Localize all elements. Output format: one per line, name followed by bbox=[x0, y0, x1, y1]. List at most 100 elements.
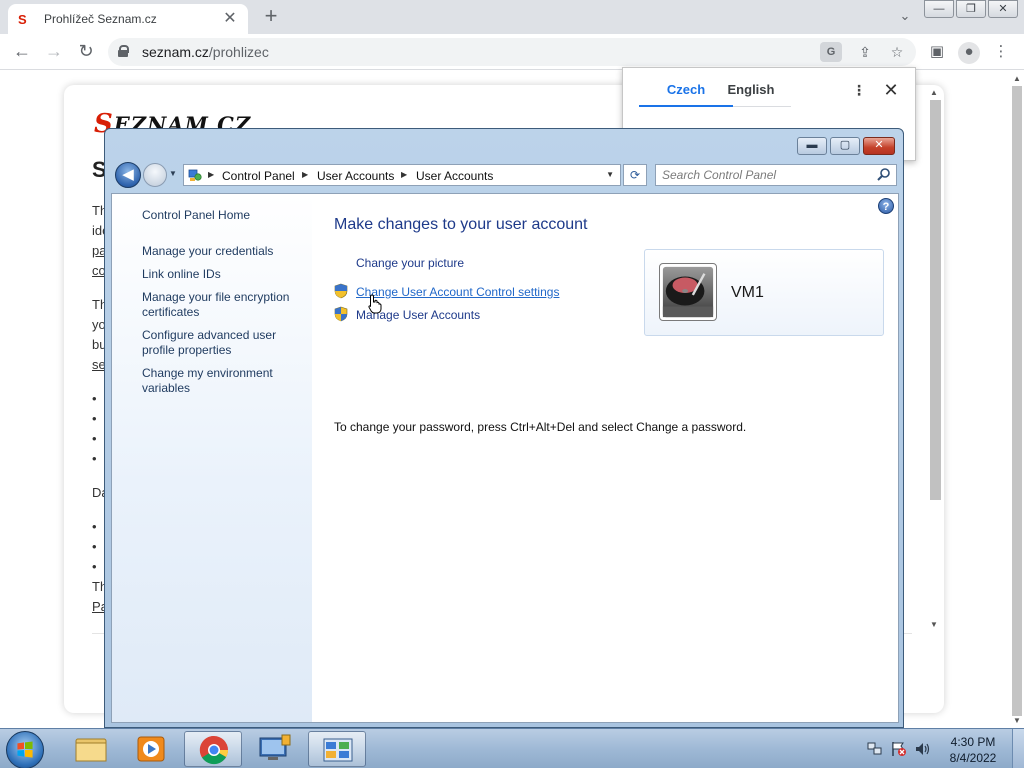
new-tab-button[interactable]: + bbox=[258, 4, 284, 30]
scroll-up-icon[interactable]: ▲ bbox=[930, 88, 938, 97]
search-icon[interactable] bbox=[876, 167, 892, 183]
sidebar-link-control-panel-home[interactable]: Control Panel Home bbox=[142, 208, 302, 223]
breadcrumb-user-accounts[interactable]: User Accounts bbox=[317, 169, 394, 183]
uac-shield-icon bbox=[334, 283, 348, 299]
control-panel-window: ▬ ▢ ✕ ◀ ▼ ▶ Control Panel ▶ User Account… bbox=[104, 128, 904, 728]
password-instructions: To change your password, press Ctrl+Alt+… bbox=[334, 420, 747, 434]
user-picture-turntable-icon[interactable] bbox=[659, 263, 717, 321]
active-tab-indicator bbox=[639, 105, 733, 107]
page-text-fragment: • bbox=[92, 411, 97, 426]
sidebar-link-online-ids[interactable]: Link online IDs bbox=[142, 267, 302, 282]
url-host: seznam.cz bbox=[142, 44, 209, 60]
address-dropdown-icon[interactable]: ▼ bbox=[606, 170, 614, 179]
bookmark-star-icon[interactable]: ☆ bbox=[886, 42, 908, 62]
user-account-card: VM1 bbox=[644, 249, 884, 336]
control-panel-icon bbox=[188, 169, 202, 181]
uac-settings-link[interactable]: Change User Account Control settings bbox=[356, 285, 559, 299]
control-panel-icon bbox=[323, 738, 353, 762]
close-window-button[interactable]: ✕ bbox=[988, 0, 1018, 18]
page-text-fragment: • bbox=[92, 519, 97, 534]
sidebar-link-file-encryption[interactable]: Manage your file encryption certificates bbox=[142, 290, 302, 320]
browser-tab[interactable]: S Prohlížeč Seznam.cz ✕ bbox=[8, 4, 248, 34]
minimize-button[interactable]: — bbox=[924, 0, 954, 18]
page-text-fragment: • bbox=[92, 539, 97, 554]
media-player-icon bbox=[137, 736, 165, 762]
taskbar-network-app-button[interactable] bbox=[246, 731, 304, 767]
share-icon[interactable]: ⇪ bbox=[854, 42, 876, 62]
sidebar-link-environment-variables[interactable]: Change my environment variables bbox=[142, 366, 302, 396]
browser-toolbar: ← → ↻ seznam.cz/prohlizec G ⇪ ☆ ▣ ● ⋮ bbox=[0, 34, 1024, 70]
taskbar-control-panel-button[interactable] bbox=[308, 731, 366, 767]
refresh-button[interactable]: ⟳ bbox=[623, 164, 647, 186]
search-input[interactable] bbox=[662, 167, 872, 183]
control-panel-body: Control Panel Home Manage your credentia… bbox=[111, 193, 899, 723]
chrome-icon bbox=[199, 735, 228, 765]
explorer-address-bar[interactable]: ▶ Control Panel ▶ User Accounts ▶ User A… bbox=[183, 164, 621, 186]
page-text-fragment: • bbox=[92, 451, 97, 466]
breadcrumb-user-accounts-current[interactable]: User Accounts bbox=[416, 169, 493, 183]
scroll-up-icon[interactable]: ▲ bbox=[1013, 74, 1021, 83]
folder-icon bbox=[75, 738, 107, 762]
browser-scrollbar[interactable]: ▲ ▼ bbox=[1010, 74, 1024, 728]
scroll-thumb[interactable] bbox=[1012, 86, 1022, 716]
lock-icon[interactable] bbox=[118, 45, 129, 57]
show-desktop-button[interactable] bbox=[1012, 729, 1024, 768]
clock-time[interactable]: 4:30 PM bbox=[944, 735, 1002, 749]
reload-icon[interactable]: ↻ bbox=[74, 40, 98, 64]
side-panel-icon[interactable]: ▣ bbox=[926, 42, 948, 64]
explorer-navbar: ◀ ▼ ▶ Control Panel ▶ User Accounts ▶ Us… bbox=[111, 161, 899, 189]
help-icon[interactable]: ? bbox=[878, 198, 894, 214]
breadcrumb-arrow-icon[interactable]: ▶ bbox=[401, 170, 407, 179]
restore-button[interactable]: ❐ bbox=[956, 0, 986, 18]
browser-tab-strip: S Prohlížeč Seznam.cz ✕ + ⌄ — ❐ ✕ bbox=[0, 0, 1024, 34]
recent-pages-dropdown-icon[interactable]: ▼ bbox=[169, 169, 177, 178]
volume-icon[interactable] bbox=[914, 741, 932, 757]
minimize-button[interactable]: ▬ bbox=[797, 137, 827, 155]
breadcrumb-arrow-icon[interactable]: ▶ bbox=[302, 170, 308, 179]
window-caption-buttons: ▬ ▢ ✕ bbox=[794, 137, 895, 155]
sidebar-link-advanced-profile[interactable]: Configure advanced user profile properti… bbox=[142, 328, 302, 358]
translate-tab-english[interactable]: English bbox=[719, 82, 783, 106]
translate-icon[interactable]: G bbox=[820, 42, 842, 62]
more-options-icon[interactable]: ⋮ bbox=[851, 82, 867, 99]
windows-taskbar: 4:30 PM 8/4/2022 bbox=[0, 728, 1024, 768]
clock-date[interactable]: 8/4/2022 bbox=[944, 751, 1002, 765]
sidebar-link-manage-credentials[interactable]: Manage your credentials bbox=[142, 244, 302, 259]
browser-window-controls: — ❐ ✕ bbox=[922, 0, 1018, 18]
user-name: VM1 bbox=[731, 284, 764, 301]
uac-shield-icon bbox=[334, 306, 348, 322]
url-path: /prohlizec bbox=[208, 44, 269, 60]
address-bar[interactable]: seznam.cz/prohlizec G ⇪ ☆ bbox=[108, 38, 916, 66]
scroll-down-icon[interactable]: ▼ bbox=[930, 620, 938, 629]
close-icon[interactable]: ✕ bbox=[881, 80, 901, 101]
taskbar-media-player-button[interactable] bbox=[122, 731, 180, 767]
start-orb-button[interactable] bbox=[6, 731, 44, 768]
page-text-fragment: • bbox=[92, 559, 97, 574]
taskbar-explorer-button[interactable] bbox=[62, 731, 120, 767]
breadcrumb-arrow-icon[interactable]: ▶ bbox=[208, 170, 214, 179]
close-button[interactable]: ✕ bbox=[863, 137, 895, 155]
forward-button[interactable] bbox=[143, 163, 167, 187]
tab-close-icon[interactable]: ✕ bbox=[222, 11, 238, 27]
search-control-panel[interactable] bbox=[655, 164, 897, 186]
network-icon[interactable] bbox=[866, 741, 884, 757]
browser-menu-icon[interactable]: ⋮ bbox=[990, 42, 1012, 64]
back-button[interactable]: ◀ bbox=[115, 162, 141, 188]
windows-logo-icon bbox=[17, 741, 33, 758]
breadcrumb-control-panel[interactable]: Control Panel bbox=[222, 169, 295, 183]
scroll-thumb[interactable] bbox=[930, 100, 941, 500]
main-content: ? Make changes to your user account Chan… bbox=[312, 194, 898, 722]
taskbar-chrome-button[interactable] bbox=[184, 731, 242, 767]
scroll-down-icon[interactable]: ▼ bbox=[1013, 716, 1021, 725]
tasks-sidebar: Control Panel Home Manage your credentia… bbox=[112, 194, 312, 722]
forward-arrow-icon[interactable]: → bbox=[42, 40, 66, 64]
page-inner-scrollbar[interactable]: ▲ ▼ bbox=[928, 88, 942, 632]
action-center-icon[interactable] bbox=[890, 741, 908, 757]
maximize-button[interactable]: ▢ bbox=[830, 137, 860, 155]
page-text-fragment: • bbox=[92, 431, 97, 446]
profile-avatar-icon[interactable]: ● bbox=[958, 42, 980, 64]
back-arrow-icon[interactable]: ← bbox=[10, 40, 34, 64]
tab-search-chevron-icon[interactable]: ⌄ bbox=[894, 8, 916, 28]
change-picture-link[interactable]: Change your picture bbox=[356, 256, 464, 270]
seznam-favicon-icon: S bbox=[18, 11, 27, 27]
